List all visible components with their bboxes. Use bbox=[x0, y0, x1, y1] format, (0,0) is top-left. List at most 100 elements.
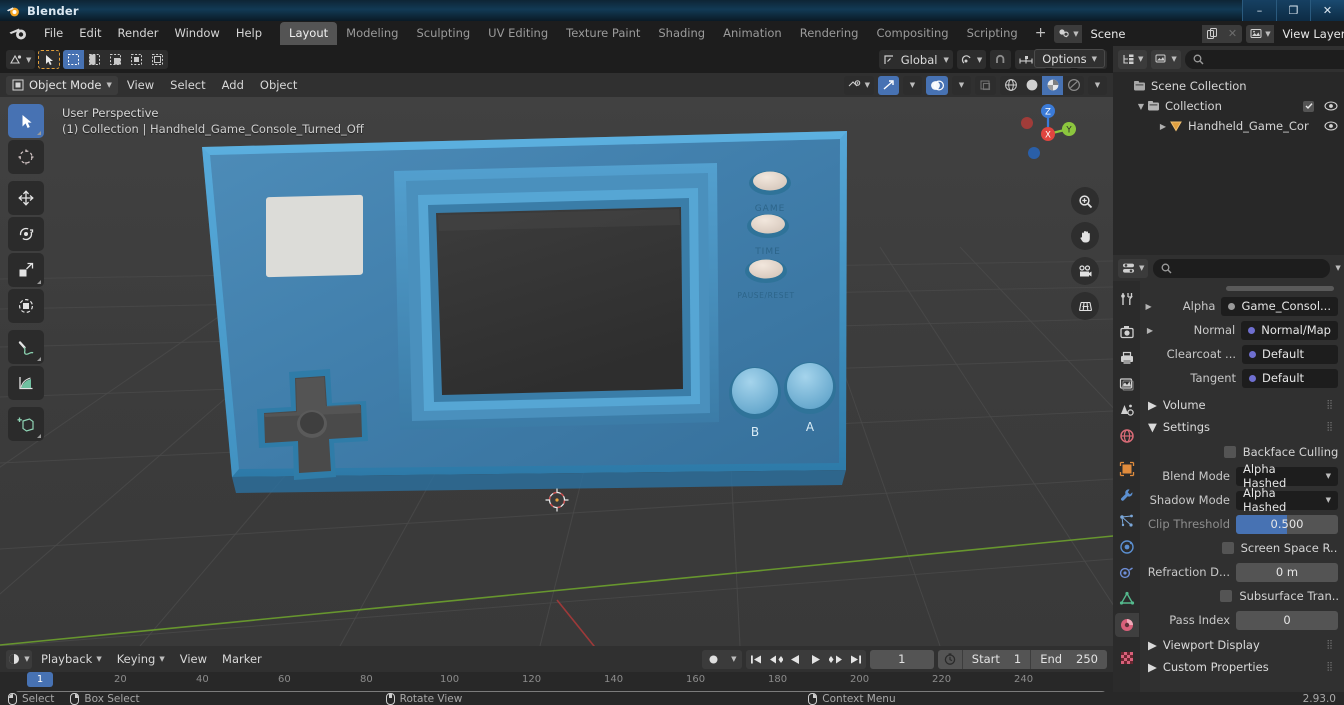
property-row-normal[interactable]: ▶ Normal Normal/Map bbox=[1144, 320, 1338, 340]
jump-start-icon[interactable] bbox=[746, 650, 766, 669]
tab-texture[interactable] bbox=[1115, 646, 1139, 670]
maximize-button[interactable]: ❐ bbox=[1276, 0, 1310, 21]
editor-type-icon[interactable]: ▼ bbox=[6, 50, 36, 69]
volume-expand-icon[interactable]: ▶ bbox=[1148, 398, 1157, 412]
unlink-scene-button[interactable]: ✕ bbox=[1222, 24, 1243, 43]
transform-tool[interactable] bbox=[8, 289, 44, 323]
outliner-row-object[interactable]: ▶ Handheld_Game_Cor bbox=[1113, 116, 1344, 136]
shading-dropdown-icon[interactable]: ▼ bbox=[1088, 75, 1107, 95]
backface-culling-checkbox[interactable] bbox=[1223, 446, 1236, 458]
outliner-filter-display-icon[interactable]: ▼ bbox=[1151, 49, 1181, 69]
tab-scripting[interactable]: Scripting bbox=[958, 22, 1027, 45]
prev-keyframe-icon[interactable] bbox=[766, 650, 786, 669]
normal-value-field[interactable]: Normal/Map bbox=[1241, 320, 1338, 340]
options-button[interactable]: Options ▼ bbox=[1034, 49, 1105, 68]
blender-menu-icon[interactable] bbox=[8, 25, 30, 43]
tab-sculpting[interactable]: Sculpting bbox=[407, 22, 479, 45]
row-blend-mode[interactable]: Blend Mode Alpha Hashed ▼ bbox=[1144, 462, 1338, 490]
magnet-icon[interactable] bbox=[990, 50, 1012, 69]
minimize-button[interactable]: – bbox=[1242, 0, 1276, 21]
annotate-tool[interactable] bbox=[8, 330, 44, 364]
collection-visibility-eye-icon[interactable] bbox=[1324, 101, 1338, 111]
tab-render[interactable] bbox=[1115, 320, 1139, 344]
collection-enable-checkbox[interactable] bbox=[1303, 100, 1314, 112]
property-row-alpha[interactable]: ▶ Alpha Game_Consol... bbox=[1144, 296, 1338, 316]
outliner-editor-type-icon[interactable]: ▼ bbox=[1118, 49, 1148, 69]
new-scene-button[interactable] bbox=[1202, 24, 1223, 43]
row-screen-space-refraction[interactable]: Screen Space R... bbox=[1144, 538, 1338, 558]
object-disclosure-icon[interactable]: ▶ bbox=[1157, 122, 1169, 131]
playhead[interactable]: 1 bbox=[27, 672, 53, 687]
row-backface-culling[interactable]: Backface Culling bbox=[1144, 442, 1338, 462]
select-intersect-icon[interactable] bbox=[147, 50, 168, 69]
select-invert-icon[interactable] bbox=[126, 50, 147, 69]
tab-particles[interactable] bbox=[1115, 509, 1139, 533]
alpha-value-field[interactable]: Game_Consol... bbox=[1221, 296, 1338, 316]
solid-icon[interactable] bbox=[1021, 76, 1042, 95]
collection-disclosure-icon[interactable]: ▼ bbox=[1135, 102, 1147, 111]
select-extend-icon[interactable] bbox=[84, 50, 105, 69]
row-refraction-depth[interactable]: Refraction D... 0 m bbox=[1144, 562, 1338, 582]
row-pass-index[interactable]: Pass Index 0 bbox=[1144, 610, 1338, 630]
add-cube-tool[interactable] bbox=[8, 407, 44, 441]
properties-search-input[interactable] bbox=[1177, 261, 1323, 275]
object-visibility-eye-icon[interactable] bbox=[1324, 121, 1338, 131]
scene-selector[interactable]: ▼ Scene ✕ bbox=[1054, 24, 1243, 43]
auto-keying-group[interactable]: ▼ bbox=[701, 649, 742, 669]
tab-modifiers[interactable] bbox=[1115, 483, 1139, 507]
custom-properties-expand-icon[interactable]: ▶ bbox=[1148, 660, 1157, 674]
chevron-down-icon[interactable]: ▼ bbox=[1335, 264, 1343, 272]
current-frame-field[interactable]: 1 bbox=[869, 649, 934, 669]
row-clip-threshold[interactable]: Clip Threshold 0.500 bbox=[1144, 514, 1338, 534]
menu-render[interactable]: Render bbox=[110, 24, 167, 43]
select-subtract-icon[interactable] bbox=[105, 50, 126, 69]
tweak-tool[interactable] bbox=[8, 104, 44, 138]
camera-icon[interactable] bbox=[1071, 257, 1099, 285]
row-shadow-mode[interactable]: Shadow Mode Alpha Hashed ▼ bbox=[1144, 486, 1338, 514]
pivot-point-icon[interactable]: ▼ bbox=[956, 50, 987, 69]
properties-editor-type-icon[interactable]: ▼ bbox=[1118, 258, 1149, 278]
screen-space-refraction-checkbox[interactable] bbox=[1221, 542, 1234, 554]
menu-help[interactable]: Help bbox=[228, 24, 270, 43]
frame-range-group[interactable]: Start 1 End 250 bbox=[937, 649, 1107, 669]
properties-editor[interactable]: ▼ ▼ ▶ Alpha Game_Consol... ▶ Normal Norm… bbox=[1113, 255, 1344, 705]
section-settings[interactable]: ▼ Settings ⣿ bbox=[1144, 416, 1338, 438]
timeline-menu-view[interactable]: View bbox=[174, 650, 213, 668]
properties-search-box[interactable] bbox=[1153, 258, 1331, 278]
tab-physics[interactable] bbox=[1115, 535, 1139, 559]
outliner-row-scene-collection[interactable]: Scene Collection bbox=[1113, 76, 1344, 96]
measure-tool[interactable] bbox=[8, 366, 44, 400]
normal-expand-icon[interactable]: ▶ bbox=[1144, 326, 1156, 335]
cursor-tool[interactable] bbox=[8, 140, 44, 174]
tab-rendering[interactable]: Rendering bbox=[791, 22, 868, 45]
tab-texture-paint[interactable]: Texture Paint bbox=[557, 22, 649, 45]
close-button[interactable]: ✕ bbox=[1310, 0, 1344, 21]
viewport-menu-view[interactable]: View bbox=[120, 76, 161, 94]
clip-threshold-slider[interactable]: 0.500 bbox=[1236, 514, 1338, 534]
timeline-menu-playback[interactable]: Playback ▼ bbox=[35, 650, 108, 668]
tab-material[interactable] bbox=[1114, 613, 1139, 637]
tab-view-layer[interactable] bbox=[1115, 372, 1139, 396]
play-reverse-icon[interactable] bbox=[786, 650, 806, 669]
tab-constraints[interactable] bbox=[1115, 561, 1139, 585]
tab-animation[interactable]: Animation bbox=[714, 22, 791, 45]
select-box-icon[interactable] bbox=[38, 50, 61, 69]
tab-uv-editing[interactable]: UV Editing bbox=[479, 22, 557, 45]
property-row-clearcoat[interactable]: Clearcoat ... Default bbox=[1144, 344, 1338, 364]
shading-mode-group[interactable] bbox=[1000, 75, 1084, 95]
rotate-tool[interactable] bbox=[8, 217, 44, 251]
view-layer-selector[interactable]: ▼ View Layer ✕ bbox=[1246, 24, 1344, 43]
menu-edit[interactable]: Edit bbox=[71, 24, 109, 43]
move-tool[interactable] bbox=[8, 181, 44, 215]
zoom-icon[interactable] bbox=[1071, 187, 1099, 215]
scene-name[interactable]: Scene bbox=[1082, 24, 1203, 43]
handheld-game-console-model[interactable]: GAME TIME PAUSE/RESET B A bbox=[190, 125, 860, 525]
gizmo-dropdown-icon[interactable]: ▼ bbox=[903, 75, 922, 95]
alpha-expand-icon[interactable]: ▶ bbox=[1144, 302, 1153, 311]
scale-tool[interactable] bbox=[8, 253, 44, 287]
gizmo-icon[interactable] bbox=[878, 75, 899, 95]
section-custom-properties[interactable]: ▶ Custom Properties ⣿ bbox=[1144, 656, 1338, 678]
navigation-gizmo[interactable]: Z Y X bbox=[1015, 101, 1081, 167]
add-workspace-button[interactable]: + bbox=[1027, 24, 1055, 44]
settings-expand-icon[interactable]: ▼ bbox=[1148, 420, 1157, 434]
